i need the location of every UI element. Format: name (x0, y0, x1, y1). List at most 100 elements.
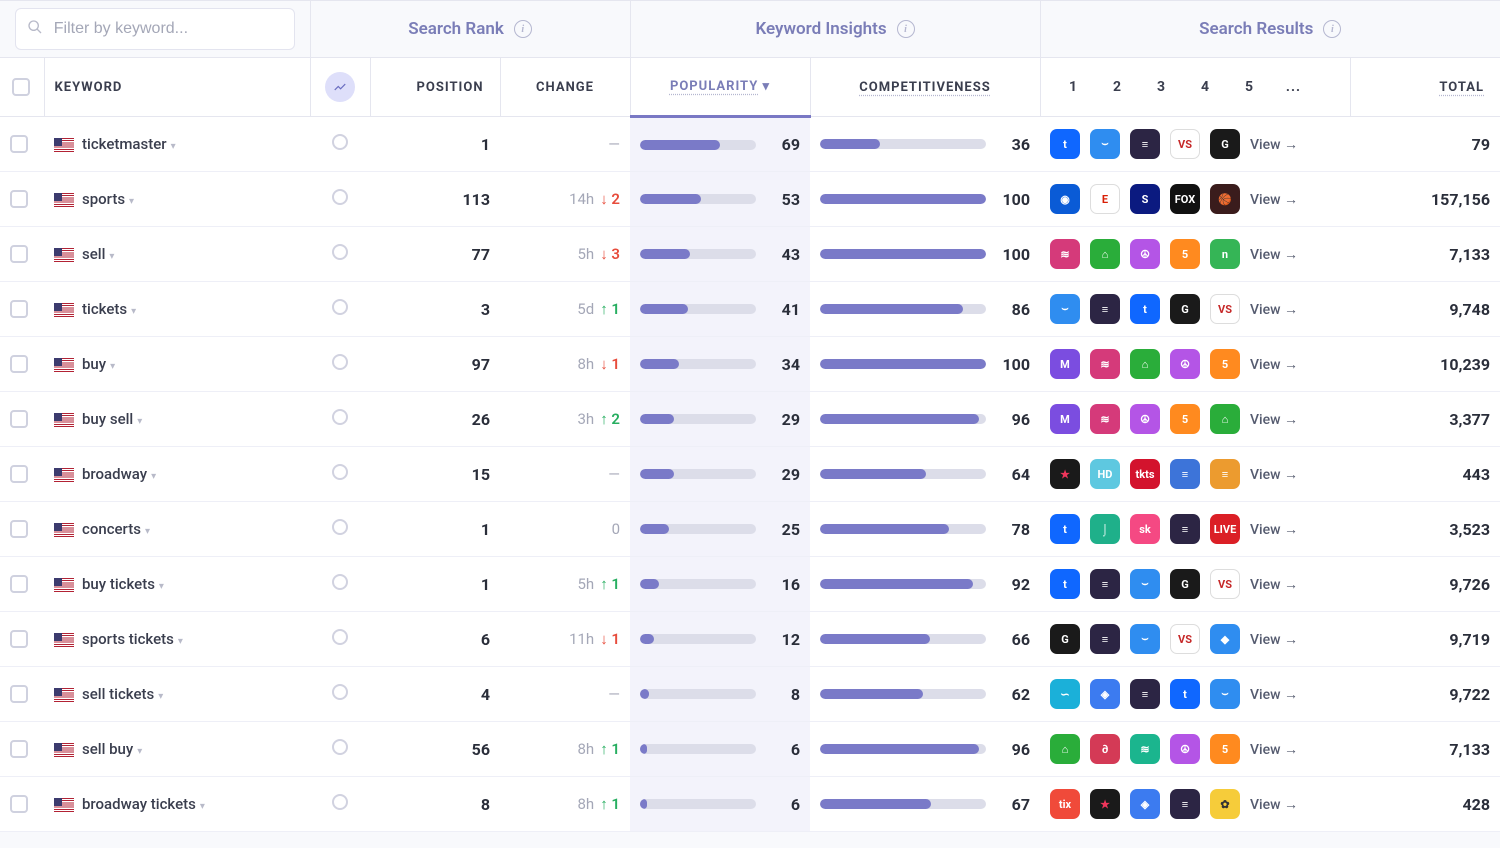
chevron-down-icon[interactable]: ▾ (129, 196, 134, 207)
info-icon[interactable]: i (897, 20, 915, 38)
row-radio[interactable] (332, 244, 348, 260)
row-radio[interactable] (332, 739, 348, 755)
app-icon[interactable]: G (1210, 129, 1240, 159)
keyword-text[interactable]: buy tickets (82, 575, 155, 593)
app-icon[interactable]: tkts (1130, 459, 1160, 489)
row-radio[interactable] (332, 519, 348, 535)
keyword-text[interactable]: sell buy (82, 740, 133, 758)
keyword-text[interactable]: buy sell (82, 410, 133, 428)
chevron-down-icon[interactable]: ▾ (137, 746, 142, 757)
app-icon[interactable]: ◆ (1210, 624, 1240, 654)
app-icon[interactable]: 5 (1210, 734, 1240, 764)
row-checkbox[interactable] (10, 685, 28, 703)
chevron-down-icon[interactable]: ▾ (159, 581, 164, 592)
col-competitiveness[interactable]: COMPETITIVENESS (810, 58, 1040, 117)
col-total[interactable]: TOTAL (1350, 58, 1500, 117)
row-radio[interactable] (332, 409, 348, 425)
keyword-text[interactable]: ticketmaster (82, 135, 167, 153)
app-icon[interactable]: M (1050, 349, 1080, 379)
row-checkbox[interactable] (10, 245, 28, 263)
app-icon[interactable]: ⌣ (1090, 129, 1120, 159)
app-icon[interactable]: ⌂ (1090, 239, 1120, 269)
chevron-down-icon[interactable]: ▾ (145, 526, 150, 537)
chevron-down-icon[interactable]: ▾ (158, 691, 163, 702)
app-icon[interactable]: VS (1210, 294, 1240, 324)
row-checkbox[interactable] (10, 300, 28, 318)
app-icon[interactable]: ≡ (1090, 624, 1120, 654)
col-keyword[interactable]: KEYWORD (44, 58, 310, 117)
info-icon[interactable]: i (514, 20, 532, 38)
chevron-down-icon[interactable]: ▾ (109, 251, 114, 262)
app-icon[interactable]: ∂ (1090, 734, 1120, 764)
view-link[interactable]: View → (1250, 356, 1298, 373)
col-change[interactable]: CHANGE (500, 58, 630, 117)
app-icon[interactable]: ⌣ (1210, 679, 1240, 709)
app-icon[interactable]: E (1090, 184, 1120, 214)
app-icon[interactable]: 5 (1170, 239, 1200, 269)
view-link[interactable]: View → (1250, 741, 1298, 758)
chevron-down-icon[interactable]: ▾ (137, 416, 142, 427)
app-icon[interactable]: ⌣ (1130, 569, 1160, 599)
app-icon[interactable]: ≋ (1050, 239, 1080, 269)
view-link[interactable]: View → (1250, 246, 1298, 263)
app-icon[interactable]: 🏀 (1210, 184, 1240, 214)
app-icon[interactable]: ★ (1050, 459, 1080, 489)
app-icon[interactable]: sk (1130, 514, 1160, 544)
app-icon[interactable]: t (1050, 129, 1080, 159)
row-checkbox[interactable] (10, 135, 28, 153)
app-icon[interactable]: ☮ (1170, 734, 1200, 764)
app-icon[interactable]: tix (1050, 789, 1080, 819)
app-icon[interactable]: ≡ (1170, 514, 1200, 544)
row-radio[interactable] (332, 629, 348, 645)
view-link[interactable]: View → (1250, 521, 1298, 538)
app-icon[interactable]: ⌣ (1130, 624, 1160, 654)
app-icon[interactable]: G (1170, 294, 1200, 324)
chevron-down-icon[interactable]: ▾ (200, 801, 205, 812)
app-icon[interactable]: t (1050, 514, 1080, 544)
row-radio[interactable] (332, 354, 348, 370)
app-icon[interactable]: ★ (1090, 789, 1120, 819)
app-icon[interactable]: ⌂ (1210, 404, 1240, 434)
row-checkbox[interactable] (10, 630, 28, 648)
row-radio[interactable] (332, 464, 348, 480)
row-checkbox[interactable] (10, 520, 28, 538)
app-icon[interactable]: ≡ (1170, 459, 1200, 489)
row-radio[interactable] (332, 299, 348, 315)
app-icon[interactable]: ✿ (1210, 789, 1240, 819)
row-checkbox[interactable] (10, 465, 28, 483)
view-link[interactable]: View → (1250, 796, 1298, 813)
app-icon[interactable]: ☮ (1130, 239, 1160, 269)
app-icon[interactable]: ◈ (1130, 789, 1160, 819)
keyword-text[interactable]: broadway tickets (82, 795, 196, 813)
col-popularity[interactable]: POPULARITY ▾ (630, 58, 810, 117)
app-icon[interactable]: ≋ (1090, 349, 1120, 379)
app-icon[interactable]: ≋ (1090, 404, 1120, 434)
row-radio[interactable] (332, 574, 348, 590)
view-link[interactable]: View → (1250, 576, 1298, 593)
keyword-text[interactable]: broadway (82, 465, 147, 483)
app-icon[interactable]: ≡ (1130, 129, 1160, 159)
app-icon[interactable]: ≋ (1130, 734, 1160, 764)
col-position[interactable]: POSITION (370, 58, 500, 117)
row-checkbox[interactable] (10, 190, 28, 208)
view-link[interactable]: View → (1250, 686, 1298, 703)
row-checkbox[interactable] (10, 355, 28, 373)
app-icon[interactable]: ⌂ (1050, 734, 1080, 764)
view-link[interactable]: View → (1250, 301, 1298, 318)
app-icon[interactable]: ☮ (1130, 404, 1160, 434)
app-icon[interactable]: ≡ (1090, 569, 1120, 599)
row-checkbox[interactable] (10, 575, 28, 593)
view-link[interactable]: View → (1250, 136, 1298, 153)
select-all-checkbox[interactable] (12, 78, 30, 96)
app-icon[interactable]: ≡ (1130, 679, 1160, 709)
chevron-down-icon[interactable]: ▾ (171, 141, 176, 152)
keyword-text[interactable]: tickets (82, 300, 127, 318)
app-icon[interactable]: ☮ (1170, 349, 1200, 379)
chevron-down-icon[interactable]: ▾ (178, 636, 183, 647)
view-link[interactable]: View → (1250, 191, 1298, 208)
row-radio[interactable] (332, 684, 348, 700)
row-checkbox[interactable] (10, 410, 28, 428)
keyword-text[interactable]: concerts (82, 520, 141, 538)
keyword-text[interactable]: sports tickets (82, 630, 174, 648)
app-icon[interactable]: ∽ (1050, 679, 1080, 709)
